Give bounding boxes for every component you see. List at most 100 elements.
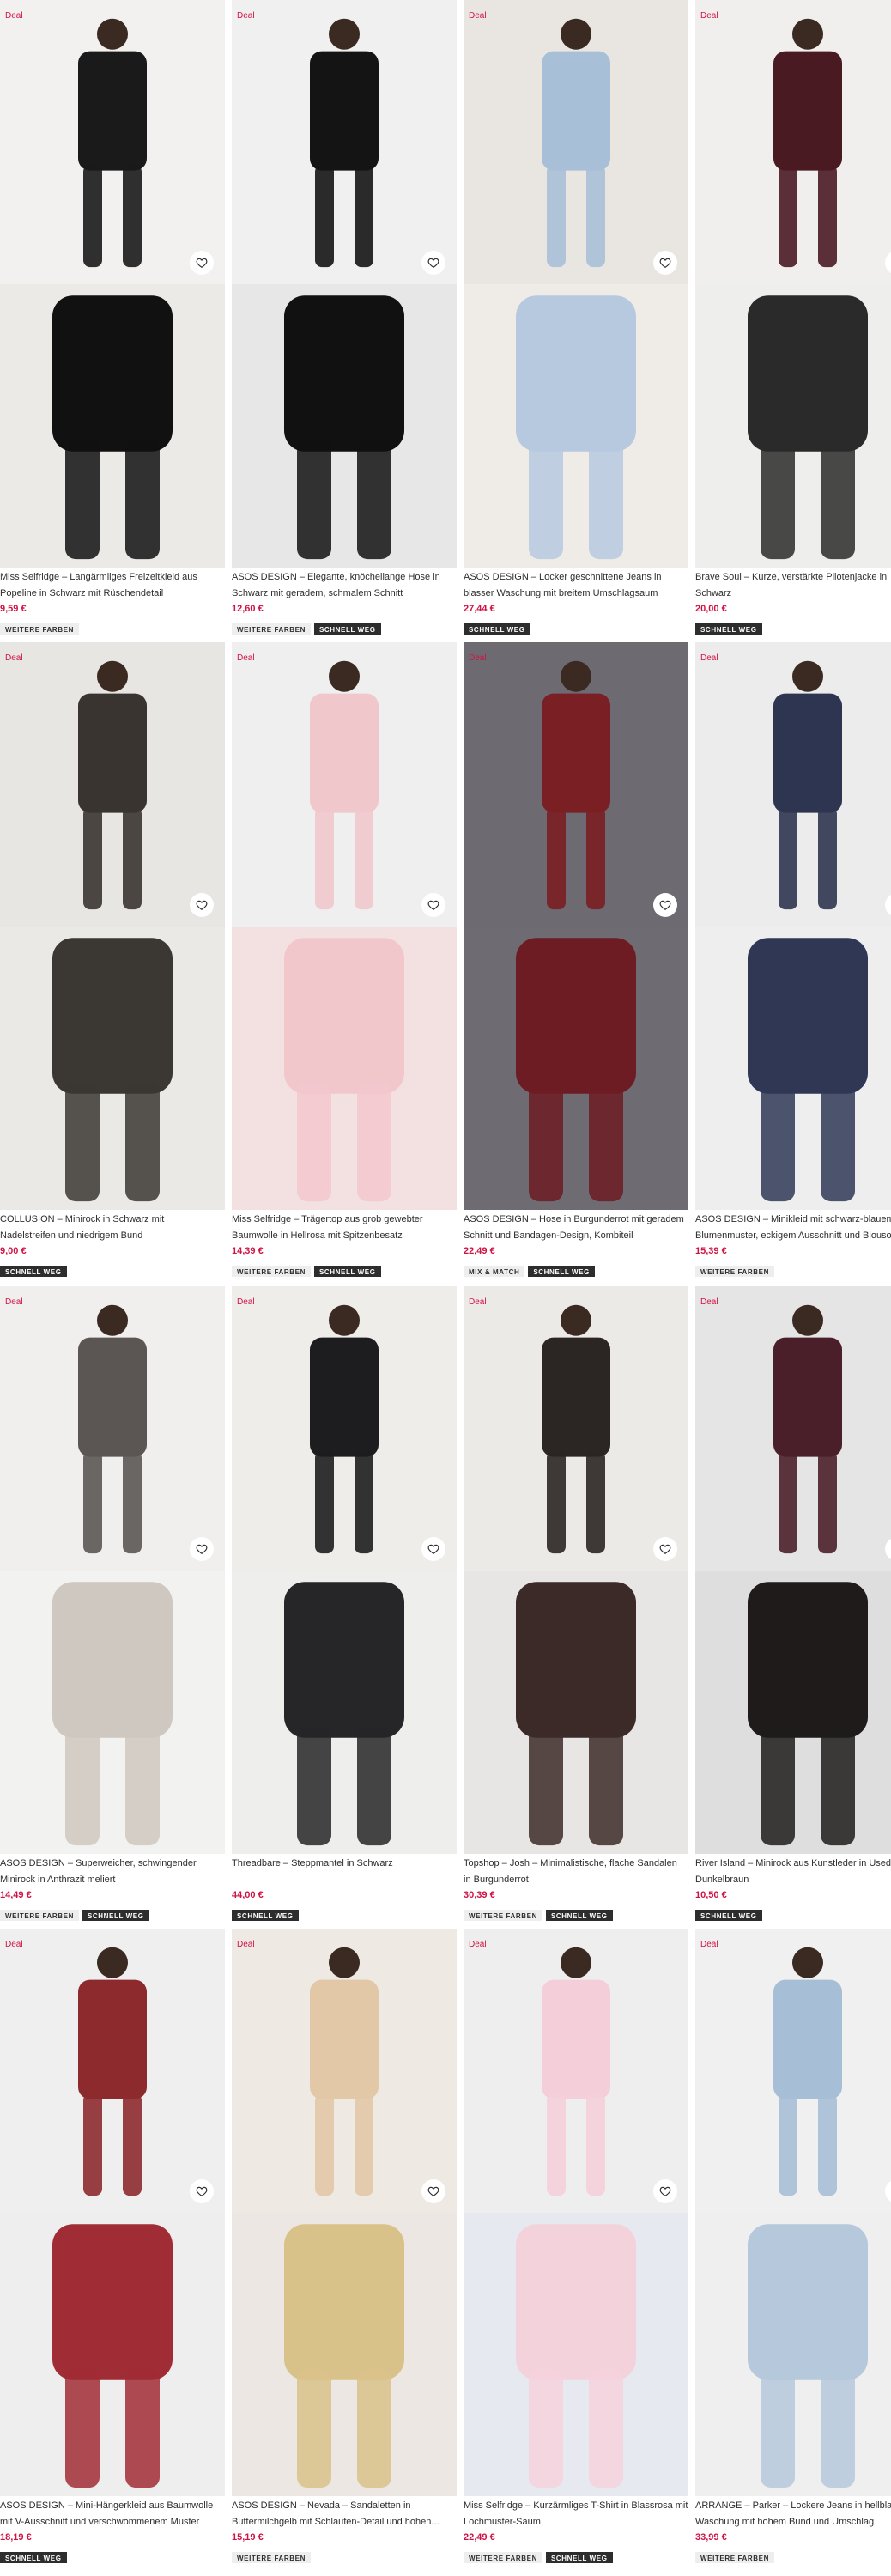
product-image[interactable]: Deal [232, 0, 457, 284]
product-title[interactable]: ASOS DESIGN – Minikleid mit schwarz-blau… [695, 1212, 891, 1244]
product-price: 22,49 € [464, 2532, 495, 2543]
product-image-alt[interactable] [464, 1571, 688, 1854]
product-title-line-1: Miss Selfridge – Langärmliges Freizeitkl… [0, 572, 197, 582]
product-title[interactable]: Miss Selfridge – Trägertop aus grob gewe… [232, 1212, 457, 1244]
product-image-alt[interactable] [464, 2213, 688, 2496]
product-image-alt[interactable] [695, 284, 891, 568]
product-image-alt[interactable] [695, 2213, 891, 2496]
product-title-line-2: Waschung mit hohem Bund und Umschlag [695, 2517, 875, 2527]
save-for-later-button[interactable] [653, 251, 677, 275]
product-badge: SCHNELL WEG [313, 1266, 381, 1277]
product-title[interactable]: ASOS DESIGN – Hose in Burgunderrot mit g… [464, 1212, 688, 1244]
product-image[interactable]: Deal [0, 1286, 225, 1571]
save-for-later-button[interactable] [421, 1537, 446, 1561]
product-image-alt[interactable] [232, 2213, 457, 2496]
product-card[interactable]: Deal River Island – Minirock aus Kunstle… [695, 1286, 891, 1921]
product-title[interactable]: ASOS DESIGN – Mini-Hängerkleid aus Baumw… [0, 2498, 225, 2530]
save-for-later-button[interactable] [653, 893, 677, 917]
save-for-later-button[interactable] [190, 1537, 214, 1561]
product-card[interactable]: Deal COLLUSION – Minirock in Schwarz mit… [0, 642, 225, 1277]
product-image[interactable]: Deal [232, 1929, 457, 2213]
product-title-line-2: blasser Waschung mit breitem Umschlagsau… [464, 588, 658, 598]
save-for-later-button[interactable] [190, 893, 214, 917]
product-image[interactable]: Deal [0, 1929, 225, 2213]
product-title[interactable]: Topshop – Josh – Minimalistische, flache… [464, 1856, 688, 1888]
product-image[interactable]: Deal [695, 1286, 891, 1571]
product-image[interactable]: Deal [695, 642, 891, 927]
product-image-alt[interactable] [232, 1571, 457, 1854]
product-card[interactable]: Deal ASOS DESIGN – Superweicher, schwing… [0, 1286, 225, 1921]
product-badges: WEITERE FARBEN [0, 621, 225, 635]
product-image[interactable]: Deal [464, 0, 688, 284]
product-image-alt[interactable] [0, 2213, 225, 2496]
product-title[interactable]: Brave Soul – Kurze, verstärkte Pilotenja… [695, 569, 891, 602]
product-image-alt[interactable] [232, 927, 457, 1210]
product-badge: WEITERE FARBEN [232, 623, 311, 635]
product-card[interactable]: Deal ASOS DESIGN – Hose in Burgunderrot … [464, 642, 688, 1277]
product-image-alt[interactable] [695, 927, 891, 1210]
product-card[interactable]: Deal ASOS DESIGN – Nevada – Sandaletten … [232, 1929, 457, 2563]
product-card[interactable]: Deal ARRANGE – Parker – Lockere Jeans in… [695, 1929, 891, 2563]
deal-label: Deal [237, 653, 255, 663]
product-badge: SCHNELL WEG [82, 1910, 149, 1921]
product-badge: SCHNELL WEG [313, 623, 381, 635]
product-image[interactable]: Deal [464, 1286, 688, 1571]
product-title[interactable]: ASOS DESIGN – Locker geschnittene Jeans … [464, 569, 688, 602]
product-title-line-2: in Burgunderrot [464, 1874, 529, 1885]
product-title-line-1: River Island – Minirock aus Kunstleder i… [695, 1858, 891, 1868]
product-card[interactable]: Deal Brave Soul – Kurze, verstärkte Pilo… [695, 0, 891, 635]
save-for-later-button[interactable] [421, 2179, 446, 2203]
product-card[interactable]: Deal Miss Selfridge – Trägertop aus grob… [232, 642, 457, 1277]
product-title-line-2: Nadelstreifen und niedrigem Bund [0, 1230, 143, 1241]
deal-label: Deal [700, 1297, 718, 1307]
product-title-line-2: Popeline in Schwarz mit Rüschendetail [0, 588, 164, 598]
product-image-alt[interactable] [0, 1571, 225, 1854]
product-card[interactable]: Deal Threadbare – Steppmantel in Schwarz… [232, 1286, 457, 1921]
save-for-later-button[interactable] [190, 251, 214, 275]
save-for-later-button[interactable] [421, 893, 446, 917]
product-image[interactable]: Deal [695, 1929, 891, 2213]
product-card[interactable]: Deal ASOS DESIGN – Mini-Hängerkleid aus … [0, 1929, 225, 2563]
product-title[interactable]: ASOS DESIGN – Nevada – Sandaletten in But… [232, 2498, 457, 2530]
product-image[interactable]: Deal [232, 642, 457, 927]
product-title[interactable]: ARRANGE – Parker – Lockere Jeans in hell… [695, 2498, 891, 2530]
product-card[interactable]: Deal ASOS DESIGN – Elegante, knöchellang… [232, 0, 457, 635]
product-image[interactable]: Deal [0, 0, 225, 284]
product-title[interactable]: ASOS DESIGN – Superweicher, schwingender… [0, 1856, 225, 1888]
product-badges: WEITERE FARBEN [695, 2549, 891, 2563]
product-price: 18,19 € [0, 2532, 32, 2543]
product-price: 15,39 € [695, 1246, 727, 1256]
product-card[interactable]: Deal Miss Selfridge – Kurzärmliges T-Shi… [464, 1929, 688, 2563]
product-image[interactable]: Deal [0, 642, 225, 927]
product-image-alt[interactable] [0, 927, 225, 1210]
product-image[interactable]: Deal [464, 1929, 688, 2213]
product-image-alt[interactable] [695, 1571, 891, 1854]
save-for-later-button[interactable] [653, 1537, 677, 1561]
product-badges: WEITERE FARBEN SCHNELL WEG [464, 2549, 688, 2563]
save-for-later-button[interactable] [190, 2179, 214, 2203]
product-card[interactable]: Deal ASOS DESIGN – Locker geschnittene J… [464, 0, 688, 635]
product-title[interactable]: ASOS DESIGN – Elegante, knöchellange Hos… [232, 569, 457, 602]
product-image[interactable]: Deal [695, 0, 891, 284]
product-image-alt[interactable] [464, 927, 688, 1210]
product-card[interactable]: Deal Miss Selfridge – Langärmliges Freiz… [0, 0, 225, 635]
save-for-later-button[interactable] [653, 2179, 677, 2203]
product-price: 30,39 € [464, 1890, 495, 1900]
product-title[interactable]: COLLUSION – Minirock in Schwarz mit Nadel… [0, 1212, 225, 1244]
product-title[interactable]: River Island – Minirock aus Kunstleder i… [695, 1856, 891, 1888]
product-price: 14,49 € [0, 1890, 32, 1900]
product-card[interactable]: Deal Topshop – Josh – Minimalistische, f… [464, 1286, 688, 1921]
product-title[interactable]: Threadbare – Steppmantel in Schwarz [232, 1856, 457, 1888]
product-badges: WEITERE FARBEN SCHNELL WEG [464, 1907, 688, 1921]
product-image-alt[interactable] [0, 284, 225, 568]
product-image-alt[interactable] [464, 284, 688, 568]
product-image[interactable]: Deal [464, 642, 688, 927]
product-card[interactable]: Deal ASOS DESIGN – Minikleid mit schwarz… [695, 642, 891, 1277]
product-image-alt[interactable] [232, 284, 457, 568]
product-title-line-1: COLLUSION – Minirock in Schwarz mit [0, 1214, 165, 1224]
save-for-later-button[interactable] [421, 251, 446, 275]
product-title[interactable]: Miss Selfridge – Kurzärmliges T-Shirt in… [464, 2498, 688, 2530]
product-title[interactable]: Miss Selfridge – Langärmliges Freizeitkl… [0, 569, 225, 602]
product-title-line-2: Blumenmuster, eckigem Ausschnitt und Blo… [695, 1230, 891, 1241]
product-image[interactable]: Deal [232, 1286, 457, 1571]
